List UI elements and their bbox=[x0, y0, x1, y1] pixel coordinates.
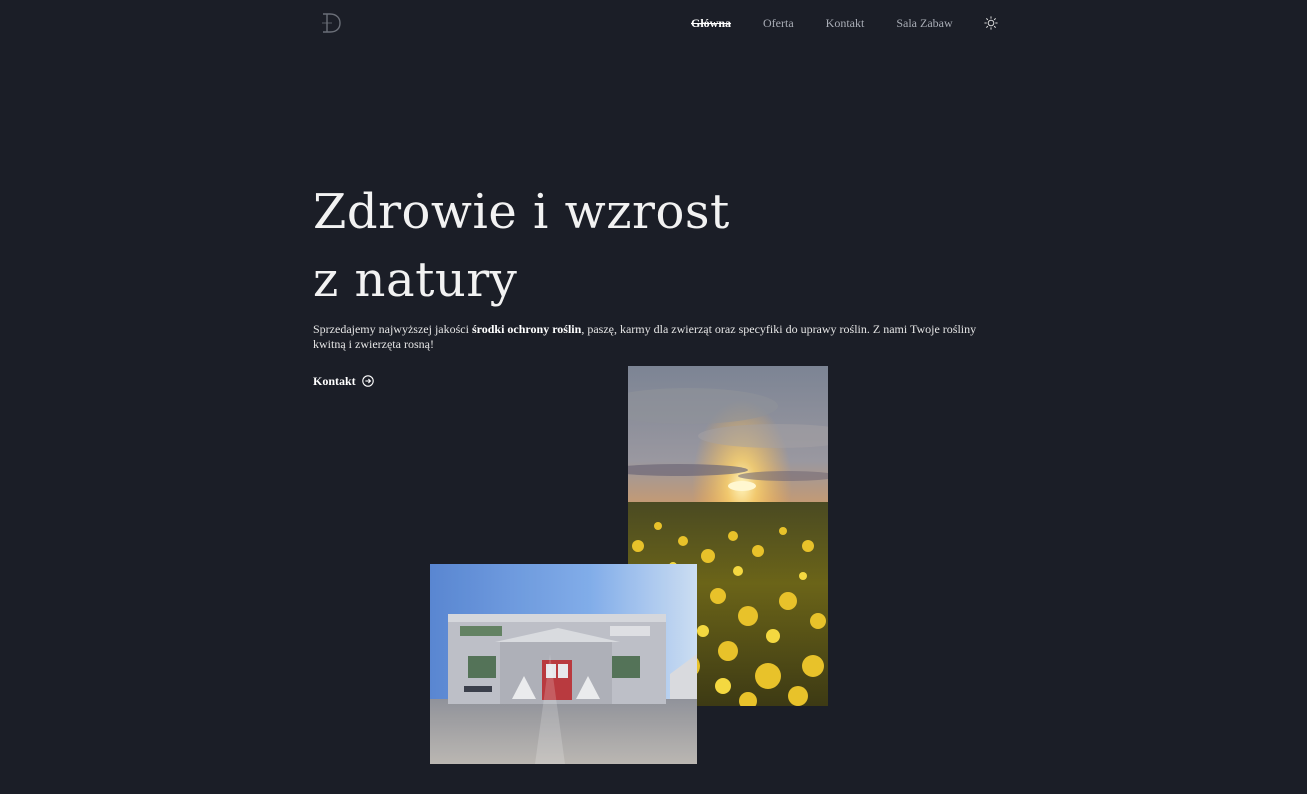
hero-title-line-1: Zdrowie i wzrost bbox=[313, 184, 730, 240]
theme-toggle-button[interactable] bbox=[984, 15, 998, 30]
hero-title: Zdrowie i wzrost z natury bbox=[313, 178, 1013, 314]
site-logo[interactable] bbox=[318, 10, 344, 36]
nav-link-sala-zabaw[interactable]: Sala Zabaw bbox=[896, 15, 952, 31]
nav-link-oferta[interactable]: Oferta bbox=[763, 15, 794, 31]
contact-cta-label: Kontakt bbox=[313, 374, 356, 388]
hero-description: Sprzedajemy najwyższej jakości środki oc… bbox=[313, 322, 993, 352]
contact-cta-link[interactable]: Kontakt bbox=[313, 373, 374, 389]
store-building-photo bbox=[430, 564, 697, 764]
main-nav: Główna Oferta Kontakt Sala Zabaw bbox=[691, 15, 953, 31]
hero-title-line-2: z natury bbox=[313, 252, 518, 308]
hero-desc-text-1: Sprzedajemy najwyższej jakości bbox=[313, 322, 472, 336]
nav-link-kontakt[interactable]: Kontakt bbox=[826, 15, 865, 31]
sun-icon bbox=[984, 16, 998, 30]
nav-link-glowna[interactable]: Główna bbox=[691, 15, 731, 31]
monogram-d-logo-icon bbox=[322, 13, 341, 33]
page: Główna Oferta Kontakt Sala Zabaw Zdrowie… bbox=[0, 0, 1307, 794]
store-building-image bbox=[430, 564, 697, 764]
arrow-circle-right-icon bbox=[361, 375, 374, 387]
hero-desc-highlight: środki ochrony roślin bbox=[471, 322, 582, 336]
